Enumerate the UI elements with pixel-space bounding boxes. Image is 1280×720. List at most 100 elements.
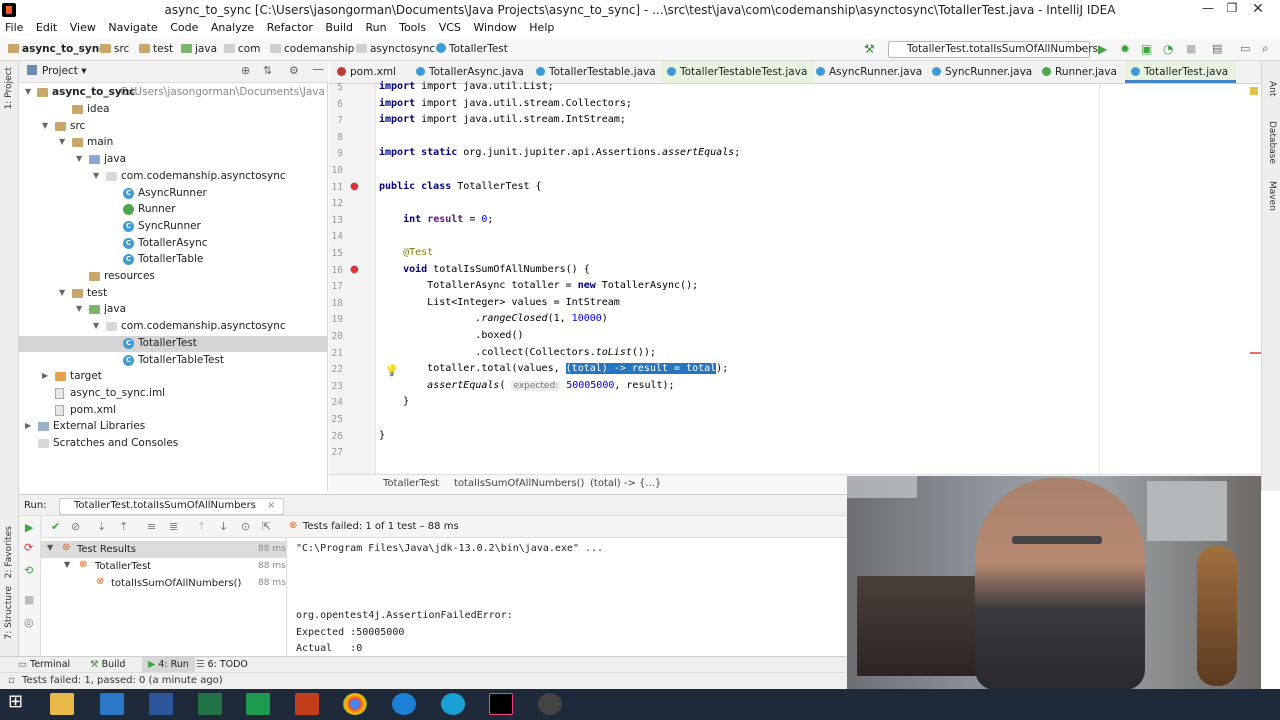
minimize-icon[interactable]: —: [1196, 1, 1220, 19]
checkmark-icon[interactable]: ✔: [51, 520, 60, 533]
tab-totaller-testable-test[interactable]: TotallerTestableTest.java: [661, 61, 814, 83]
tree-item[interactable]: idea: [19, 102, 328, 119]
lightbulb-icon[interactable]: 💡: [385, 364, 399, 377]
tab-totaller-async[interactable]: TotallerAsync.java: [416, 61, 524, 83]
structure-stripe-button[interactable]: 7: Structure: [4, 586, 14, 640]
expand-icon[interactable]: ▼: [42, 121, 48, 130]
sort-alpha-icon[interactable]: ⇣: [97, 520, 106, 533]
tree-item[interactable]: ▼ test: [19, 286, 328, 303]
camera-icon[interactable]: ◎: [24, 616, 34, 629]
editor-crumb-method[interactable]: totalIsSumOfAllNumbers(): [454, 478, 584, 489]
tab-totaller-test[interactable]: TotallerTest.java: [1125, 61, 1237, 83]
virtual-machine-icon[interactable]: [100, 693, 124, 715]
powerpoint-icon[interactable]: [295, 693, 319, 715]
previous-failed-icon[interactable]: ↑: [197, 520, 206, 533]
tree-item[interactable]: Scratches and Consoles: [19, 436, 328, 453]
intellij-taskbar-icon[interactable]: [489, 693, 513, 715]
tree-item[interactable]: ▼ main: [19, 135, 328, 152]
file-explorer-icon[interactable]: [50, 693, 74, 715]
stop-icon[interactable]: ■: [24, 593, 34, 606]
expand-icon[interactable]: ▼: [59, 137, 65, 146]
tree-item[interactable]: TotallerTableTest: [19, 353, 328, 370]
todo-tab[interactable]: ☰ 6: TODO: [196, 659, 248, 670]
menu-file[interactable]: File: [5, 20, 23, 34]
project-structure-icon[interactable]: ▤: [1212, 42, 1222, 55]
expand-icon[interactable]: ▼: [59, 288, 65, 297]
hide-icon[interactable]: —: [312, 62, 324, 76]
menu-view[interactable]: View: [70, 20, 96, 34]
chevron-right-icon[interactable]: ▶: [25, 421, 31, 430]
gear-icon[interactable]: ⚙: [289, 64, 299, 77]
menu-navigate[interactable]: Navigate: [108, 20, 157, 34]
run-tool-tab[interactable]: ▶ 4: Run: [142, 657, 195, 672]
run-icon[interactable]: ▶: [1098, 42, 1107, 56]
maximize-icon[interactable]: ❐: [1220, 1, 1244, 19]
rerun-failed-icon[interactable]: ⟳: [24, 541, 33, 554]
run-test-method-icon[interactable]: ●: [350, 264, 359, 275]
menu-window[interactable]: Window: [473, 20, 516, 34]
menu-build[interactable]: Build: [325, 20, 353, 34]
expand-icon[interactable]: ▼: [93, 171, 99, 180]
tree-item[interactable]: resources: [19, 269, 328, 286]
menu-edit[interactable]: Edit: [36, 20, 57, 34]
project-view-selector[interactable]: Project ▾: [42, 65, 87, 77]
run-tab[interactable]: TotallerTest.totalIsSumOfAllNumbers ×: [59, 498, 285, 515]
tree-item[interactable]: TotallerTest: [19, 335, 328, 353]
chevron-right-icon[interactable]: ▶: [42, 371, 48, 380]
tree-item[interactable]: ▶ target: [19, 369, 328, 386]
debug-icon[interactable]: ✹: [1120, 42, 1130, 56]
code-editor[interactable]: import import java.util.List; import imp…: [376, 81, 1261, 474]
ignored-icon[interactable]: ⊘: [71, 520, 80, 533]
internet-explorer-icon[interactable]: [392, 693, 416, 715]
hammer-icon[interactable]: ⚒: [864, 42, 875, 56]
collapse-all-icon[interactable]: ≣: [169, 520, 178, 533]
chrome-icon[interactable]: [343, 693, 367, 715]
export-icon[interactable]: ⇱: [262, 520, 271, 533]
menu-help[interactable]: Help: [529, 20, 554, 34]
database-stripe-button[interactable]: Database: [1267, 121, 1277, 164]
next-failed-icon[interactable]: ↓: [219, 520, 228, 533]
editor-crumb-lambda[interactable]: (total) -> {...}: [590, 478, 661, 489]
breadcrumb-asynctosync[interactable]: asynctosync: [356, 43, 435, 55]
tab-totaller-testable[interactable]: TotallerTestable.java: [536, 61, 656, 83]
test-results-row[interactable]: ▼ ⊗ Test Results 88 ms: [41, 541, 287, 558]
import-tests-icon[interactable]: ⊙: [241, 520, 250, 533]
edge-icon[interactable]: [441, 693, 465, 715]
tree-item[interactable]: ▼ java: [19, 302, 328, 319]
search-icon[interactable]: ⌕: [1262, 41, 1269, 56]
run-test-class-icon[interactable]: ●: [350, 181, 359, 192]
menu-refactor[interactable]: Refactor: [267, 20, 313, 34]
tab-pom-xml[interactable]: pom.xml: [337, 61, 396, 83]
layout-icon[interactable]: ▭: [1240, 42, 1250, 55]
breadcrumb-src[interactable]: src: [100, 43, 129, 55]
run-configuration-selector[interactable]: TotallerTest.totalIsSumOfAllNumbers ⌄: [888, 41, 1098, 58]
tree-item[interactable]: pom.xml: [19, 403, 328, 420]
close-icon[interactable]: ✕: [1246, 1, 1270, 19]
tree-item[interactable]: ▼ src: [19, 119, 328, 136]
expand-icon[interactable]: ▼: [76, 304, 82, 313]
tree-item[interactable]: Runner: [19, 202, 328, 219]
tree-item[interactable]: ▼ java: [19, 152, 328, 169]
tree-item[interactable]: async_to_sync.iml: [19, 386, 328, 403]
stop-icon[interactable]: ■: [1186, 42, 1196, 55]
breadcrumb-codemanship[interactable]: codemanship: [270, 43, 354, 55]
build-tab[interactable]: ⚒ Build: [90, 659, 125, 670]
coverage-icon[interactable]: ▣: [1141, 42, 1152, 56]
obs-icon[interactable]: [538, 693, 562, 715]
sheets-icon[interactable]: [246, 693, 270, 715]
close-icon[interactable]: ×: [267, 500, 275, 511]
tree-item[interactable]: ▼ com.codemanship.asynctosync: [19, 319, 328, 336]
tree-item[interactable]: ▶ External Libraries: [19, 419, 328, 436]
menu-run[interactable]: Run: [366, 20, 387, 34]
ant-stripe-button[interactable]: Ant: [1267, 81, 1277, 96]
expand-icon[interactable]: ▼: [76, 154, 82, 163]
profile-icon[interactable]: ◔: [1163, 42, 1173, 56]
console-output[interactable]: "C:\Program Files\Java\jdk-13.0.2\bin\ja…: [288, 538, 847, 656]
error-stripe-marker[interactable]: [1250, 352, 1261, 354]
menu-code[interactable]: Code: [170, 20, 198, 34]
locate-icon[interactable]: ⊕: [241, 64, 250, 77]
breadcrumb-com[interactable]: com: [224, 43, 260, 55]
tree-item[interactable]: SyncRunner: [19, 219, 328, 236]
excel-icon[interactable]: [198, 693, 222, 715]
breadcrumb-class[interactable]: TotallerTest: [436, 43, 508, 55]
